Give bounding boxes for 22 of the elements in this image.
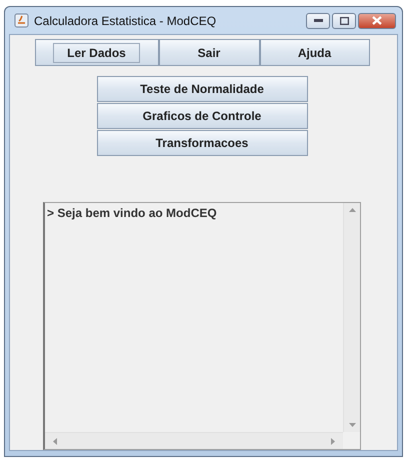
action-button[interactable]: Teste de Normalidade [96,76,308,102]
console-area[interactable]: > Seja bem vindo ao ModCEQ [43,202,361,450]
close-button[interactable] [358,12,396,28]
action-button[interactable]: Graficos de Controle [96,103,308,129]
window-title: Calculadora Estatistica - ModCEQ [34,14,218,28]
down-arrow-icon [348,423,356,427]
vertical-scrollbar[interactable] [343,203,360,432]
app-icon [14,13,29,28]
maximize-button[interactable] [332,12,356,28]
menu-button[interactable]: Ajuda [260,39,370,66]
right-arrow-icon [331,438,335,444]
left-arrow-icon [53,438,57,444]
maximize-icon [340,16,348,24]
horizontal-scrollbar[interactable] [45,432,343,449]
menu-button[interactable]: Ler Dados [34,39,158,66]
minimize-button[interactable] [306,12,330,28]
menu-button[interactable]: Sair [158,39,260,66]
close-icon [372,16,382,25]
minimize-icon [314,19,322,22]
console-line: > Seja bem vindo ao ModCEQ [47,206,218,220]
action-button[interactable]: Transformacoes [96,130,308,156]
up-arrow-icon [348,208,356,212]
